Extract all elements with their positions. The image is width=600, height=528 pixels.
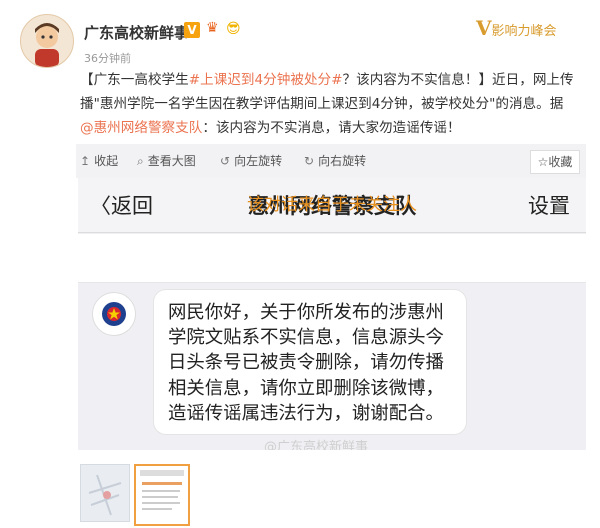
post-text: 【广东一高校学生#上课迟到4分钟被处分#？该内容为不实信息！】近日，网上传播"惠… <box>80 68 580 140</box>
sunglasses-emoji-icon: 😎 <box>226 21 241 37</box>
police-avatar <box>92 292 136 336</box>
arrow-up-icon: ↥ <box>80 154 91 168</box>
rotate-right-icon: ↻ <box>304 154 315 168</box>
mention-link[interactable]: @惠州网络警察支队 <box>80 120 202 136</box>
favorite-button[interactable]: ☆收藏 <box>530 150 580 174</box>
watermark: @广东高校新鲜事 <box>264 440 369 450</box>
image-thumbnail-1[interactable] <box>80 464 130 522</box>
message-text: 网民你好，关于你所发布的涉惠州学院文贴系不实信息，信息源头今日头条号已被责令删除… <box>168 302 444 424</box>
stranger-notice <box>78 234 586 283</box>
logo-text: 影响力峰会 <box>491 24 557 39</box>
crown-icon: ♛ <box>206 20 219 36</box>
post-tail: ：该内容为不实消息，请大家勿造谣传谣！ <box>202 120 461 136</box>
post-title: 广东一高校学生 <box>93 72 189 88</box>
collapse-label: 收起 <box>94 154 119 168</box>
search-icon: ⌕ <box>137 154 144 168</box>
stranger-notice-text: 该对话来自于未关注人 <box>247 195 417 215</box>
hashtag-link[interactable]: #上课迟到4分钟被处分# <box>189 72 343 88</box>
rotate-left-label: 向左旋转 <box>234 154 283 168</box>
author-name[interactable]: 广东高校新鲜事 <box>84 22 189 43</box>
verified-badge-icon: V <box>184 22 200 38</box>
logo-mark: V <box>476 16 492 40</box>
collapse-button[interactable]: ↥ 收起 <box>80 152 118 169</box>
rotate-right-button[interactable]: ↻ 向右旋转 <box>304 152 366 169</box>
embedded-screenshot[interactable]: 〈返回 惠州网络警察支队 设置 该对话来自于未关注人 › 网民你好，关于你所发布… <box>78 178 586 450</box>
post-time[interactable]: 36分钟前 <box>84 50 131 66</box>
view-large-button[interactable]: ⌕ 查看大图 <box>137 152 196 169</box>
rotate-left-icon: ↺ <box>220 154 231 168</box>
author-avatar[interactable] <box>20 14 74 68</box>
rotate-left-button[interactable]: ↺ 向左旋转 <box>220 152 282 169</box>
rotate-right-label: 向右旋转 <box>318 154 367 168</box>
chevron-right-icon: › <box>554 190 562 214</box>
view-large-label: 查看大图 <box>147 154 196 168</box>
image-thumbnail-2[interactable] <box>134 464 190 526</box>
brand-logo: V影响力峰会 <box>476 16 576 40</box>
bracket: 【 <box>80 72 94 88</box>
favorite-label: 收藏 <box>548 155 573 169</box>
star-icon: ☆ <box>537 155 549 169</box>
